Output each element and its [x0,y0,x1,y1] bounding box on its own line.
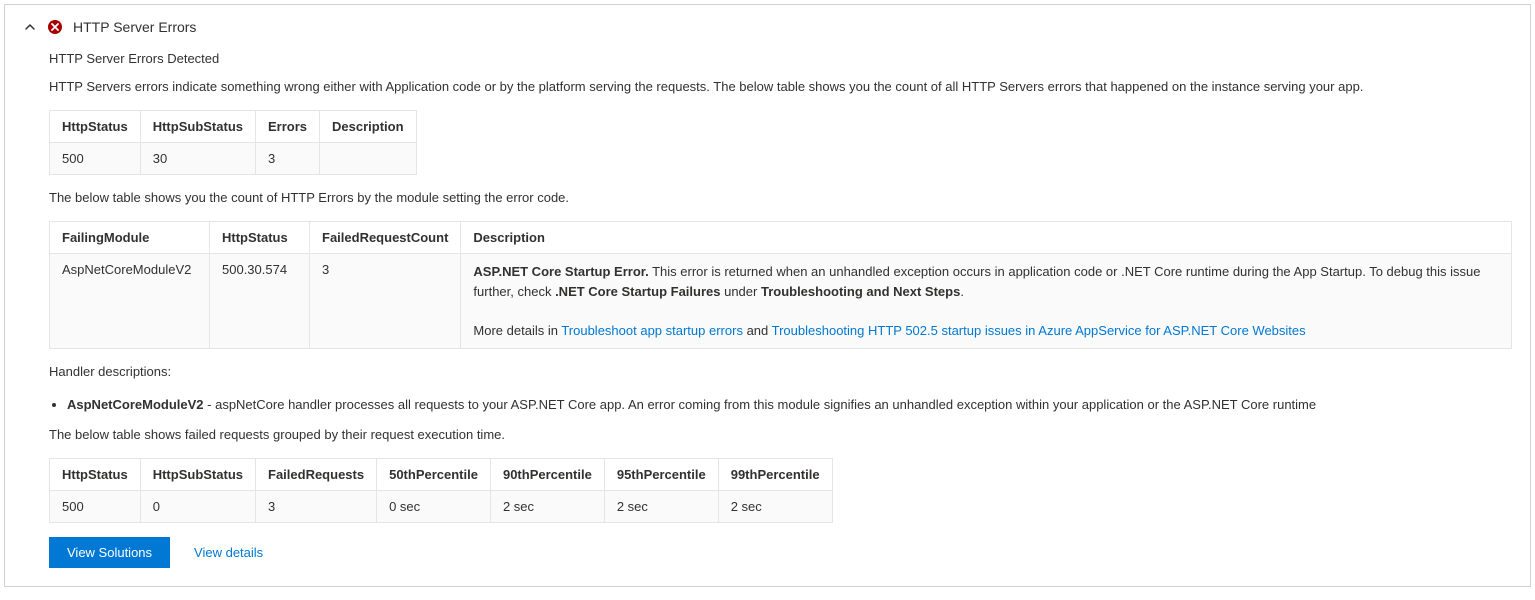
handler-text: - aspNetCore handler processes all reque… [204,397,1317,412]
handler-name: AspNetCoreModuleV2 [67,397,204,412]
col-99th: 99thPercentile [718,458,832,490]
desc-error-name: ASP.NET Core Startup Error. [473,264,648,279]
collapse-chevron-icon[interactable] [23,20,37,34]
cell-90th: 2 sec [490,490,604,522]
col-90th: 90thPercentile [490,458,604,490]
cell-95th: 2 sec [604,490,718,522]
desc-text: and [743,323,772,338]
intro-text: HTTP Servers errors indicate something w… [49,78,1512,96]
subheading: HTTP Server Errors Detected [49,51,1512,66]
cell-httpstatus: 500 [50,143,141,175]
cell-50th: 0 sec [377,490,491,522]
troubleshoot-5025-link[interactable]: Troubleshooting HTTP 502.5 startup issue… [772,323,1306,338]
cell-description [320,143,417,175]
percentile-intro-text: The below table shows failed requests gr… [49,426,1512,444]
cell-description: ASP.NET Core Startup Error. This error i… [461,254,1512,349]
errors-summary-table: HttpStatus HttpSubStatus Errors Descript… [49,110,417,175]
panel-title: HTTP Server Errors [73,19,196,35]
failing-module-table: FailingModule HttpStatus FailedRequestCo… [49,221,1512,349]
view-solutions-button[interactable]: View Solutions [49,537,170,568]
col-httpsubstatus: HttpSubStatus [140,111,255,143]
panel-content: HTTP Server Errors Detected HTTP Servers… [49,51,1512,568]
col-failedrequests: FailedRequests [256,458,377,490]
handler-list: AspNetCoreModuleV2 - aspNetCore handler … [67,396,1512,414]
col-description: Description [320,111,417,143]
desc-section-name: Troubleshooting and Next Steps [761,284,960,299]
col-httpstatus: HttpStatus [210,222,310,254]
col-httpstatus: HttpStatus [50,111,141,143]
cell-failedrequestcount: 3 [310,254,461,349]
view-details-link[interactable]: View details [194,545,263,560]
panel-header: HTTP Server Errors [23,19,1512,35]
desc-section-name: .NET Core Startup Failures [555,284,720,299]
cell-httpsubstatus: 30 [140,143,255,175]
col-description: Description [461,222,1512,254]
troubleshoot-startup-link[interactable]: Troubleshoot app startup errors [561,323,743,338]
cell-errors: 3 [256,143,320,175]
table-header-row: HttpStatus HttpSubStatus Errors Descript… [50,111,417,143]
col-errors: Errors [256,111,320,143]
col-95th: 95thPercentile [604,458,718,490]
list-item: AspNetCoreModuleV2 - aspNetCore handler … [67,396,1512,414]
desc-text: under [720,284,760,299]
table-row: AspNetCoreModuleV2 500.30.574 3 ASP.NET … [50,254,1512,349]
http-server-errors-panel: HTTP Server Errors HTTP Server Errors De… [4,4,1531,587]
col-failingmodule: FailingModule [50,222,210,254]
desc-text: . [960,284,964,299]
percentile-table: HttpStatus HttpSubStatus FailedRequests … [49,458,833,523]
table-row: 500 0 3 0 sec 2 sec 2 sec 2 sec [50,490,833,522]
table-header-row: HttpStatus HttpSubStatus FailedRequests … [50,458,833,490]
handler-heading: Handler descriptions: [49,363,1512,381]
table-header-row: FailingModule HttpStatus FailedRequestCo… [50,222,1512,254]
cell-httpstatus: 500.30.574 [210,254,310,349]
col-httpstatus: HttpStatus [50,458,141,490]
cell-httpstatus: 500 [50,490,141,522]
error-icon [47,19,63,35]
desc-more-prefix: More details in [473,323,561,338]
actions-row: View Solutions View details [49,537,1512,568]
cell-httpsubstatus: 0 [140,490,255,522]
col-50th: 50thPercentile [377,458,491,490]
cell-99th: 2 sec [718,490,832,522]
module-intro-text: The below table shows you the count of H… [49,189,1512,207]
cell-failedrequests: 3 [256,490,377,522]
cell-failingmodule: AspNetCoreModuleV2 [50,254,210,349]
table-row: 500 30 3 [50,143,417,175]
col-httpsubstatus: HttpSubStatus [140,458,255,490]
col-failedrequestcount: FailedRequestCount [310,222,461,254]
